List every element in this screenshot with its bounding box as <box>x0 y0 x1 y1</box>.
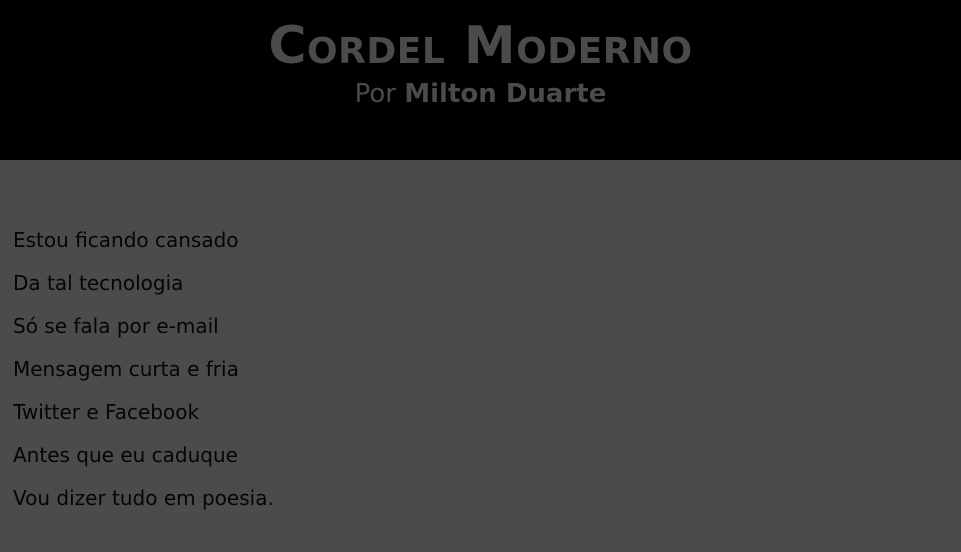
poem-line: Twitter e Facebook <box>13 400 200 424</box>
page-title: Cordel Moderno <box>268 16 693 76</box>
byline: Por Milton Duarte <box>0 77 961 111</box>
poem-line: Antes que eu caduque <box>13 443 238 467</box>
poem-line: Vou dizer tudo em poesia. <box>13 486 274 510</box>
poem: Estou ficando cansado Da tal tecnologia … <box>13 223 913 524</box>
author-name: Milton Duarte <box>404 79 607 109</box>
poem-line: Da tal tecnologia <box>13 271 184 295</box>
poem-line: Só se fala por e-mail <box>13 314 219 338</box>
poem-line: Mensagem curta e fria <box>13 357 239 381</box>
poem-line: Estou ficando cansado <box>13 228 239 252</box>
byline-prefix: Por <box>354 79 405 109</box>
page-header: Cordel Moderno Por Milton Duarte <box>0 0 961 160</box>
